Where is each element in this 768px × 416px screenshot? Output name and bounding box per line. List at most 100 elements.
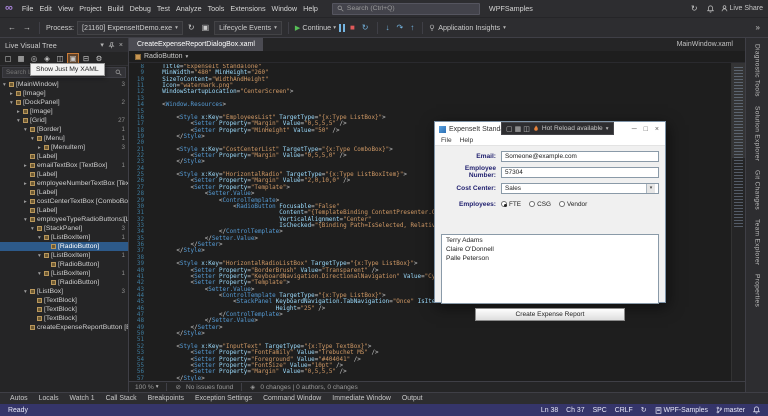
collapsed-tool-tab[interactable]: Diagnostic Tools <box>754 44 761 97</box>
menu-item[interactable]: Build <box>105 2 127 15</box>
sync-icon[interactable]: ↻ <box>641 406 647 414</box>
collapsed-tool-tab[interactable]: Properties <box>754 274 761 307</box>
tree-row[interactable]: ▸ [MenuItem] 3 <box>0 143 128 152</box>
radio-option[interactable]: FTE <box>501 201 521 208</box>
restart-icon[interactable]: ↻ <box>360 24 371 32</box>
tree-row[interactable]: [RadioButton] <box>0 278 128 287</box>
tree-row[interactable]: ▾ [ListBox] 3 <box>0 287 128 296</box>
tree-row[interactable]: ▸ costCenterTextBox [ComboBox] 1 <box>0 197 128 206</box>
tool-window-tab[interactable]: Locals <box>34 395 64 402</box>
menu-item[interactable]: Test <box>154 2 173 15</box>
tree-row[interactable]: ▾ [ListBoxItem] 1 <box>0 233 128 242</box>
menu-item[interactable]: Edit <box>36 2 54 15</box>
cost-center-combobox[interactable]: Sales ▾ <box>501 183 659 194</box>
tree-row[interactable]: ▾ [DockPanel] 2 <box>0 98 128 107</box>
tree-row[interactable]: [Label] <box>0 170 128 179</box>
display-adorners-icon[interactable]: ▦ <box>15 53 27 65</box>
tool-window-tab[interactable]: Command Window <box>258 395 326 402</box>
stop-debugging-icon[interactable]: ■ <box>348 24 357 32</box>
step-into-icon[interactable]: ↓ <box>384 24 392 32</box>
feedback-icon[interactable]: ↻ <box>689 5 700 13</box>
notifications-bell-icon[interactable] <box>753 406 760 414</box>
document-tab-secondary[interactable]: MainWindow.xaml <box>671 38 739 51</box>
tool-window-tab[interactable]: Autos <box>5 395 33 402</box>
tree-row[interactable]: ▾ [Grid] 27 <box>0 116 128 125</box>
close-icon[interactable]: × <box>655 126 659 133</box>
email-field[interactable]: Someone@example.com <box>501 151 659 162</box>
chevron-down-icon[interactable]: ▾ <box>606 126 609 132</box>
employee-list-item[interactable]: Terry Adams <box>442 236 658 245</box>
employee-list-item[interactable]: Palle Peterson <box>442 254 658 263</box>
pin-icon[interactable] <box>108 42 115 49</box>
menu-item[interactable]: Help <box>300 2 321 15</box>
tree-row[interactable]: ▸ [Image] <box>0 89 128 98</box>
menu-item[interactable]: File <box>19 2 37 15</box>
step-over-icon[interactable]: ↷ <box>395 24 406 32</box>
radio-option[interactable]: CSG <box>529 201 551 208</box>
tool-window-tab[interactable]: Immediate Window <box>327 395 396 402</box>
tree-row[interactable]: [RadioButton] <box>0 242 128 251</box>
minimize-icon[interactable]: ─ <box>632 126 637 133</box>
tree-row[interactable]: ▾ [ListBoxItem] 1 <box>0 251 128 260</box>
minimap-scrollbar[interactable] <box>731 63 745 381</box>
tree-row[interactable]: ▸ employeeNumberTextBox [TextBox] 1 <box>0 179 128 188</box>
lifecycle-events-dropdown[interactable]: Lifecycle Events ▾ <box>214 21 282 35</box>
tree-row[interactable]: ▸ emailTextBox [TextBox] 1 <box>0 161 128 170</box>
menu-item[interactable]: Tools <box>205 2 228 15</box>
snapshot-icon[interactable]: ▣ <box>200 24 212 32</box>
breadcrumb-element[interactable]: RadioButton <box>144 53 183 60</box>
document-tab-active[interactable]: CreateExpenseReportDialogBox.xaml <box>129 38 263 51</box>
display-adorners-icon[interactable]: ▦ <box>515 125 522 133</box>
tree-row[interactable]: ▸ [Image] <box>0 107 128 116</box>
menu-item[interactable]: Project <box>76 2 104 15</box>
select-element-icon[interactable]: ▢ <box>2 53 14 65</box>
tool-window-tab[interactable]: Watch 1 <box>65 395 100 402</box>
collapsed-tool-tab[interactable]: Solution Explorer <box>754 106 761 161</box>
tree-row[interactable]: ▾ [MainWindow] 3 <box>0 80 128 89</box>
combo-arrow-icon[interactable]: ▾ <box>646 184 655 193</box>
app-menu-item[interactable]: Help <box>460 137 474 144</box>
column-indicator[interactable]: Ch 37 <box>566 407 584 414</box>
tree-row[interactable]: ▾ employeeTypeRadioButtons [ListBox] 1 <box>0 215 128 224</box>
create-expense-report-button[interactable]: Create Expense Report <box>475 308 625 321</box>
app-menu-item[interactable]: File <box>441 137 452 144</box>
tool-window-tab[interactable]: Output <box>397 395 428 402</box>
collapsed-tool-tab[interactable]: Team Explorer <box>754 219 761 265</box>
radio-option[interactable]: Vendor <box>559 201 587 208</box>
chevron-down-icon[interactable]: ▾ <box>186 54 189 60</box>
menu-item[interactable]: Analyze <box>173 2 205 15</box>
live-share-button[interactable]: Live Share <box>721 5 763 12</box>
window-position-icon[interactable]: ▾ <box>100 41 104 49</box>
maximize-icon[interactable]: □ <box>644 126 648 133</box>
menu-item[interactable]: Window <box>269 2 301 15</box>
tree-row[interactable]: [Label] <box>0 206 128 215</box>
issues-text[interactable]: No issues found <box>186 384 233 391</box>
tree-row[interactable]: [TextBlock] <box>0 305 128 314</box>
tool-window-tab[interactable]: Call Stack <box>101 395 142 402</box>
continue-button[interactable]: ▶ Continue ▾ <box>295 23 336 32</box>
tree-row[interactable]: ▾ [Border] 1 <box>0 125 128 134</box>
menu-item[interactable]: Extensions <box>227 2 268 15</box>
tree-row[interactable]: ▾ [Menu] 1 <box>0 134 128 143</box>
navigate-forward-icon[interactable]: → <box>21 24 33 32</box>
hot-reload-label[interactable]: Hot Reload available <box>542 125 603 132</box>
space-mode-indicator[interactable]: SPC <box>593 407 607 414</box>
close-panel-icon[interactable]: × <box>119 42 123 49</box>
tree-row[interactable]: [Label] <box>0 152 128 161</box>
collapsed-tool-tab[interactable]: Git Changes <box>754 170 761 210</box>
tree-row[interactable]: createExpenseReportButton [Button] <box>0 323 128 332</box>
tree-row[interactable]: [RadioButton] <box>0 260 128 269</box>
application-insights-dropdown[interactable]: Application Insights ▾ <box>429 23 506 32</box>
process-dropdown[interactable]: [21160] ExpenseItDemo.exe ▾ <box>77 21 183 35</box>
tree-row[interactable]: [Label] <box>0 188 128 197</box>
layout-adorners-icon[interactable]: ◫ <box>523 125 530 133</box>
employees-listbox[interactable]: Terry AdamsClaire O'DonnellPalle Peterso… <box>441 234 659 304</box>
tree-row[interactable]: ▾ [StackPanel] 3 <box>0 224 128 233</box>
break-all-icon[interactable] <box>339 24 345 32</box>
zoom-dropdown[interactable]: 100 % ▾ <box>135 384 158 391</box>
notifications-bell-icon[interactable] <box>707 5 714 13</box>
tool-window-tab[interactable]: Breakpoints <box>143 395 189 402</box>
branch-picker[interactable]: master <box>716 406 745 414</box>
toolbar-overflow-icon[interactable]: » <box>754 24 762 32</box>
quick-search-box[interactable]: Search (Ctrl+Q) <box>332 3 480 15</box>
